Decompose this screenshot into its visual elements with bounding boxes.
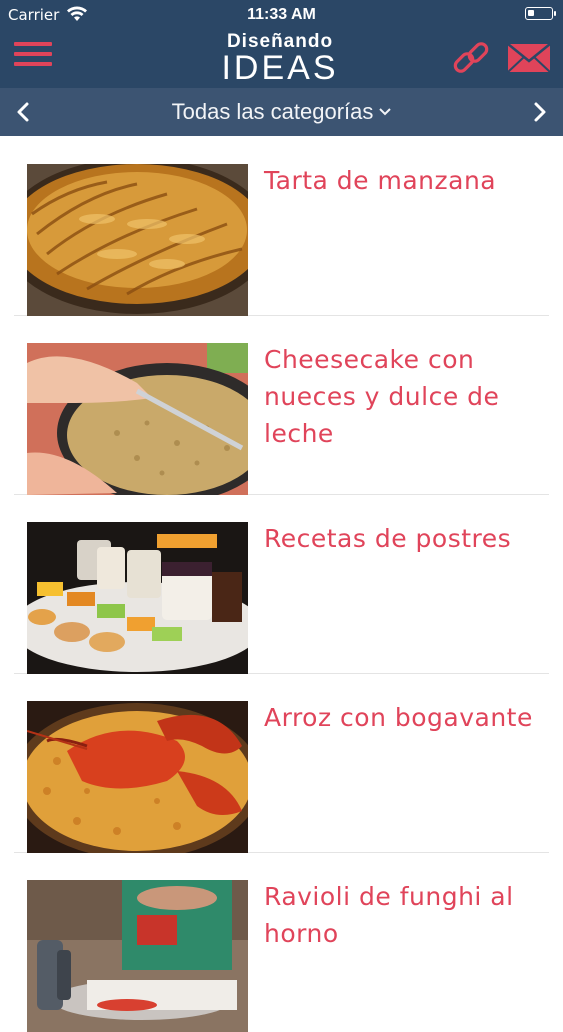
recipe-thumbnail-cheesecake [27, 343, 248, 495]
envelope-icon[interactable] [507, 42, 551, 74]
list-item[interactable]: Cheesecake con nueces y dulce de leche [14, 315, 549, 495]
link-icon[interactable] [450, 38, 492, 78]
hamburger-menu-icon [14, 42, 52, 46]
recipe-title: Recetas de postres [264, 524, 512, 553]
recipe-thumbnail-apple-tart [27, 164, 248, 316]
recipe-title: Tarta de manzana [264, 166, 497, 195]
list-item[interactable]: Ravioli de funghi al horno [14, 852, 549, 1032]
list-item[interactable]: Arroz con bogavante [14, 673, 549, 853]
recipe-thumbnail-desserts [27, 522, 248, 674]
logo-line-2: IDEAS [221, 49, 339, 87]
clock: 11:33 AM [247, 6, 316, 23]
recipe-title: Cheesecake con nueces y dulce de leche [264, 345, 500, 448]
chevron-down-icon [379, 108, 392, 116]
status-bar: Carrier 11:33 AM [0, 0, 563, 30]
list-item[interactable]: Recetas de postres [14, 494, 549, 674]
battery-icon [525, 7, 556, 20]
app-header: Carrier 11:33 AM Diseñando IDEAS [0, 0, 563, 88]
category-bar: Todas las categorías [0, 88, 563, 136]
category-title: Todas las categorías [171, 99, 374, 124]
recipe-title: Ravioli de funghi al horno [264, 882, 514, 948]
app-logo: Diseñando IDEAS [180, 32, 380, 87]
list-item[interactable]: Tarta de manzana [14, 136, 549, 316]
recipe-thumbnail-ravioli [27, 880, 248, 1032]
recipe-thumbnail-lobster-rice [27, 701, 248, 853]
menu-button[interactable] [14, 42, 52, 72]
chevron-right-icon[interactable] [527, 98, 551, 126]
recipe-title: Arroz con bogavante [264, 703, 533, 732]
category-selector[interactable]: Todas las categorías [0, 99, 563, 125]
